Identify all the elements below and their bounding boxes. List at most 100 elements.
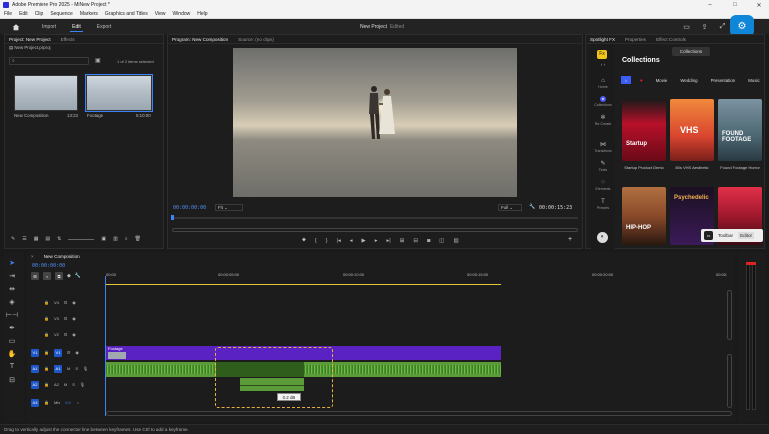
trash-icon[interactable]: 🗑 bbox=[135, 236, 141, 242]
pencil-icon[interactable]: ✎ bbox=[11, 236, 15, 242]
thumbnail-footage[interactable] bbox=[85, 74, 153, 112]
toolbar-button[interactable]: Toolbar bbox=[718, 233, 733, 238]
voice-icon[interactable]: 🎙 bbox=[80, 382, 85, 387]
rail-transitions[interactable]: ⋈ Transitions bbox=[591, 142, 615, 153]
tab-import[interactable]: Import bbox=[34, 19, 64, 34]
sort-icon[interactable]: ⇅ bbox=[57, 236, 61, 242]
tab-effects[interactable]: Effects bbox=[61, 37, 75, 42]
type-tool-icon[interactable]: T bbox=[5, 361, 19, 372]
rail-nav-arrows[interactable]: ‹ › bbox=[594, 62, 612, 69]
zoom-slider[interactable] bbox=[68, 238, 95, 240]
audio-clip-a1-right[interactable] bbox=[304, 362, 501, 377]
insert-icon[interactable]: ⊞ bbox=[400, 238, 405, 244]
audio-clip-a1-left[interactable] bbox=[106, 362, 216, 377]
eye-icon[interactable]: ◉ bbox=[72, 332, 76, 337]
find-icon[interactable]: ⌕ bbox=[125, 236, 128, 242]
nest-icon[interactable]: ⊞ bbox=[31, 272, 39, 280]
menu-edit[interactable]: Edit bbox=[19, 11, 28, 17]
track-select-icon[interactable]: ⇥ bbox=[5, 270, 19, 281]
filter-wedding[interactable]: Wedding bbox=[676, 76, 701, 84]
compare-icon[interactable]: ◫ bbox=[439, 238, 444, 244]
mute-icon[interactable]: M bbox=[64, 382, 67, 387]
lock-icon[interactable]: 🔒 bbox=[44, 350, 49, 355]
tab-effect-controls[interactable]: Effect Controls bbox=[656, 37, 686, 42]
new-item-icon[interactable]: ▥ bbox=[113, 236, 118, 242]
card-found-footage[interactable]: FOUND FOOTAGE bbox=[718, 99, 762, 161]
list-view-icon[interactable]: ☰ bbox=[22, 236, 26, 242]
timeline-close-icon[interactable]: × bbox=[31, 254, 34, 259]
eye-icon[interactable]: ◉ bbox=[72, 300, 76, 305]
add-button-icon[interactable]: + bbox=[568, 236, 572, 243]
filter-presentation[interactable]: Presentation bbox=[707, 76, 740, 84]
rail-collections[interactable]: ● Collections bbox=[591, 96, 615, 107]
selection-tool-icon[interactable]: ➤ bbox=[5, 257, 19, 268]
sync-icon[interactable]: ⊟ bbox=[64, 332, 67, 337]
icon-view-icon[interactable]: ▦ bbox=[34, 236, 39, 242]
ripple-edit-icon[interactable]: ⇹ bbox=[5, 283, 19, 294]
timeline-horizontal-scrollbar[interactable] bbox=[106, 411, 732, 416]
lock-icon[interactable]: 🔒 bbox=[44, 366, 49, 371]
source-patch-v1[interactable]: V1 bbox=[31, 348, 39, 357]
tab-edit[interactable]: Edit bbox=[64, 19, 89, 34]
go-to-in-icon[interactable]: |◂ bbox=[337, 238, 341, 244]
play-icon[interactable]: ▶ bbox=[362, 238, 366, 244]
maximize-button[interactable]: □ bbox=[725, 0, 745, 10]
tab-source[interactable]: Source: (no clips) bbox=[238, 37, 274, 42]
lock-icon[interactable]: 🔒 bbox=[44, 316, 49, 321]
tab-export[interactable]: Export bbox=[89, 19, 119, 34]
project-search-input[interactable]: ⌕ bbox=[9, 57, 89, 65]
rail-recreate[interactable]: ✲ Re-Create bbox=[591, 115, 615, 126]
tab-properties[interactable]: Properties bbox=[625, 37, 646, 42]
tab-spotlight[interactable]: Spotlight FX bbox=[590, 37, 615, 42]
wrench-icon[interactable]: 🔧 bbox=[529, 204, 535, 210]
go-to-out-icon[interactable]: ▸| bbox=[387, 238, 391, 244]
menu-clip[interactable]: Clip bbox=[35, 11, 44, 17]
pen-tool-icon[interactable]: ✒ bbox=[5, 322, 19, 333]
menu-markers[interactable]: Markers bbox=[80, 11, 98, 17]
menu-file[interactable]: File bbox=[4, 11, 12, 17]
settings-wrench-icon[interactable]: 🔧 bbox=[75, 273, 81, 279]
hand-tool-icon[interactable]: ✋ bbox=[5, 348, 19, 359]
voice-icon[interactable]: 🎙 bbox=[83, 366, 88, 371]
card-hiphop[interactable]: HIP-HOP bbox=[622, 187, 666, 245]
fit-dropdown[interactable]: Fit ⌄ bbox=[215, 204, 243, 211]
razor-tool-icon[interactable]: ◈ bbox=[5, 296, 19, 307]
freeform-view-icon[interactable]: ▤ bbox=[45, 236, 50, 242]
add-marker-tl-icon[interactable]: ◆ bbox=[67, 273, 71, 279]
support-icon[interactable]: ◐ bbox=[597, 232, 608, 243]
step-back-icon[interactable]: ◂ bbox=[350, 238, 353, 244]
lock-icon[interactable]: 🔒 bbox=[44, 332, 49, 337]
mark-in-icon[interactable]: { bbox=[315, 238, 317, 244]
mix-arrow-icon[interactable]: ⇔ bbox=[76, 400, 80, 405]
multicam-icon[interactable]: ▨ bbox=[453, 238, 458, 244]
program-playhead[interactable] bbox=[171, 215, 174, 220]
filter-favorites-icon[interactable]: ♥ bbox=[636, 76, 647, 84]
mute-icon[interactable]: M bbox=[67, 366, 70, 371]
video-vertical-scrollbar[interactable] bbox=[727, 290, 732, 340]
camera-icon[interactable]: ◙ bbox=[427, 238, 430, 244]
share-icon[interactable]: ⇪ bbox=[700, 22, 709, 31]
mark-out-icon[interactable]: } bbox=[326, 238, 328, 244]
rail-texts[interactable]: ✎ Texts bbox=[591, 161, 615, 172]
mix-level-icon[interactable]: 0.0 bbox=[65, 400, 71, 405]
panel-layout-icon[interactable]: ▭ bbox=[682, 22, 691, 31]
snap-icon[interactable]: ∩ bbox=[43, 272, 51, 280]
track-label-a1[interactable]: A1 bbox=[53, 364, 62, 373]
tab-sequence[interactable]: New Composition bbox=[44, 254, 80, 259]
source-patch-a1[interactable]: A1 bbox=[31, 364, 39, 373]
solo-icon[interactable]: S bbox=[72, 382, 75, 387]
filter-movie[interactable]: Movie bbox=[652, 76, 672, 84]
audio-vertical-scrollbar[interactable] bbox=[727, 354, 732, 408]
tab-program[interactable]: Program: New Composition bbox=[172, 37, 228, 42]
overwrite-icon[interactable]: ⊟ bbox=[413, 238, 418, 244]
sync-icon[interactable]: ⊟ bbox=[64, 316, 67, 321]
timeline-ruler[interactable]: 00:00 00:00:05:00 00:00:10:00 00:00:15:0… bbox=[106, 272, 732, 282]
editor-button[interactable]: Editor bbox=[738, 232, 755, 239]
source-patch-a2[interactable]: A2 bbox=[31, 380, 39, 389]
filter-music[interactable]: Music bbox=[744, 76, 763, 84]
close-button[interactable]: ✕ bbox=[749, 0, 769, 10]
bin-new-icon[interactable]: ▣ bbox=[101, 236, 106, 242]
add-marker-icon[interactable]: ⬥ bbox=[302, 237, 306, 244]
menu-view[interactable]: View bbox=[155, 11, 166, 17]
menu-window[interactable]: Window bbox=[172, 11, 190, 17]
